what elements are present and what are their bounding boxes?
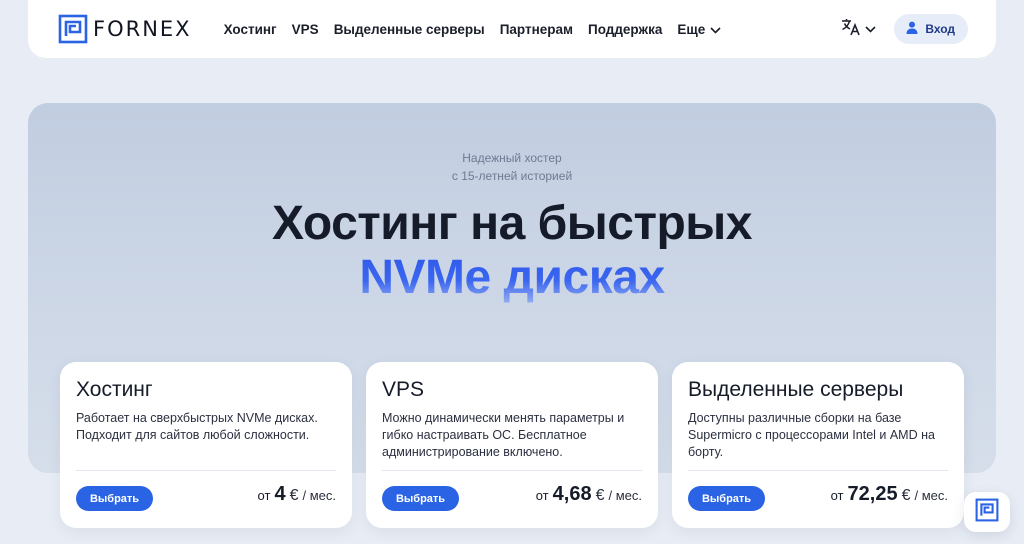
price-currency: €	[901, 487, 911, 504]
user-icon	[906, 21, 918, 37]
chevron-down-icon	[710, 22, 721, 37]
card-divider	[76, 470, 336, 471]
login-label: Вход	[925, 22, 955, 36]
price-from: от	[257, 488, 271, 503]
card-title: Хостинг	[76, 378, 153, 401]
card-title: Выделенные серверы	[688, 378, 904, 401]
chevron-down-icon	[865, 20, 876, 38]
price-period: / мес.	[608, 488, 642, 503]
hero-subtitle: Надежный хостер с 15-летней историей	[28, 149, 996, 185]
card-divider	[688, 470, 948, 471]
product-card-dedicated: Выделенные серверы Доступны различные сб…	[672, 362, 964, 528]
card-title: VPS	[382, 378, 425, 401]
card-description: Можно динамически менять параметры и гиб…	[382, 411, 625, 459]
site-header: FORNEX Хостинг VPS Выделенные серверы Па…	[28, 0, 996, 58]
price-currency: €	[595, 487, 605, 504]
nav-item-hosting[interactable]: Хостинг	[224, 22, 277, 37]
chat-widget-button[interactable]	[964, 492, 1010, 532]
price-currency: €	[289, 487, 299, 504]
hero-subtitle-line2: с 15-летней историей	[451, 169, 573, 183]
hero-title-line1: Хостинг на быстрых	[272, 197, 752, 250]
product-card-hosting: Хостинг Работает на сверхбыстрых NVMe ди…	[60, 362, 352, 528]
hero-subtitle-line1: Надежный хостер	[462, 151, 562, 165]
main-nav: Хостинг VPS Выделенные серверы Партнерам…	[224, 22, 722, 37]
select-hosting-button[interactable]: Выбрать	[76, 486, 153, 511]
fornex-logo-icon	[58, 14, 88, 44]
price-period: / мес.	[302, 488, 336, 503]
card-description: Доступны различные сборки на базе Superm…	[688, 411, 935, 459]
language-switcher[interactable]	[841, 18, 876, 41]
login-button[interactable]: Вход	[894, 14, 968, 44]
hero-title-accent: NVMe дисках	[359, 251, 665, 304]
nav-item-vps[interactable]: VPS	[292, 22, 319, 37]
card-description: Работает на сверхбыстрых NVMe дисках. По…	[76, 411, 318, 442]
nav-item-support[interactable]: Поддержка	[588, 22, 662, 37]
card-price: от 4 € / мес.	[258, 483, 336, 506]
nav-more-label: Еще	[677, 21, 706, 37]
price-from: от	[830, 488, 844, 503]
card-price: от 72,25 € / мес.	[831, 483, 948, 506]
select-vps-button[interactable]: Выбрать	[382, 486, 459, 511]
brand-name: FORNEX	[93, 17, 192, 41]
product-card-vps: VPS Можно динамически менять параметры и…	[366, 362, 658, 528]
price-amount: 4,68	[552, 483, 592, 505]
card-divider	[382, 470, 642, 471]
nav-item-partners[interactable]: Партнерам	[500, 22, 573, 37]
price-amount: 72,25	[847, 483, 898, 505]
price-from: от	[535, 488, 549, 503]
price-period: / мес.	[914, 488, 948, 503]
nav-item-dedicated[interactable]: Выделенные серверы	[334, 22, 485, 37]
hero-title: Хостинг на быстрых NVMe дисках	[28, 197, 996, 305]
card-price: от 4,68 € / мес.	[536, 483, 642, 506]
header-tools: Вход	[841, 14, 968, 44]
price-amount: 4	[274, 483, 286, 505]
select-dedicated-button[interactable]: Выбрать	[688, 486, 765, 511]
brand-logo[interactable]: FORNEX	[58, 14, 192, 44]
translate-icon	[841, 18, 861, 41]
fornex-chat-icon	[975, 498, 999, 527]
nav-item-more[interactable]: Еще	[677, 22, 721, 37]
